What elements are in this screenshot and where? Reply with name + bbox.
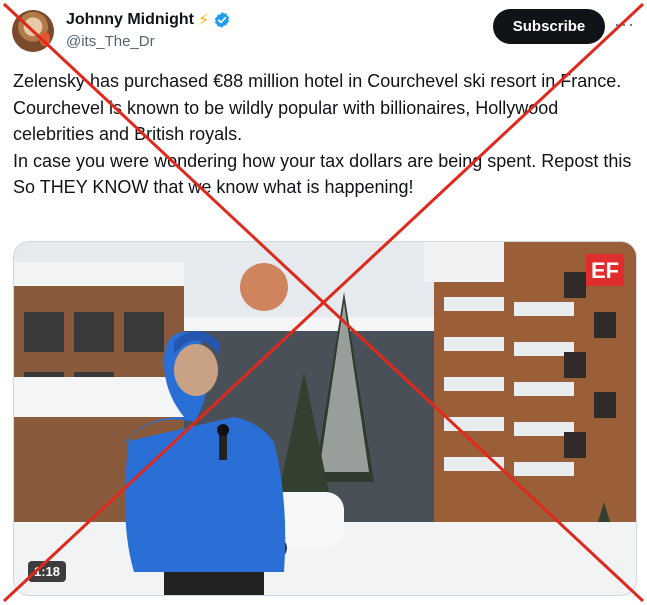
avatar-flame xyxy=(40,32,50,46)
video-thumbnail[interactable]: EF xyxy=(13,241,637,596)
video-scene: EF xyxy=(14,242,636,595)
more-dots-icon[interactable]: ··· xyxy=(614,14,635,35)
subscribe-button[interactable]: Subscribe xyxy=(493,9,605,44)
tweet-header: Johnny Midnight ⚡ @its_The_Dr Subscribe … xyxy=(12,8,635,58)
author-handle[interactable]: @its_The_Dr xyxy=(66,33,155,50)
author-name-row: Johnny Midnight ⚡ xyxy=(66,10,231,30)
tweet-line: In case you were wondering how your tax … xyxy=(13,150,632,198)
avatar[interactable] xyxy=(12,10,54,52)
video-duration: 1:18 xyxy=(28,561,67,582)
verified-badge-icon xyxy=(215,12,230,28)
author-name[interactable]: Johnny Midnight xyxy=(66,11,194,29)
tweet-text: Zelensky has purchased €88 million hotel… xyxy=(13,68,633,201)
tweet-line: Courchevel is known to be wildly popular… xyxy=(13,97,559,145)
tweet-line: Zelensky has purchased €88 million hotel… xyxy=(13,71,622,91)
bolt-icon: ⚡ xyxy=(197,12,210,29)
ef-watermark: EF xyxy=(591,258,619,283)
